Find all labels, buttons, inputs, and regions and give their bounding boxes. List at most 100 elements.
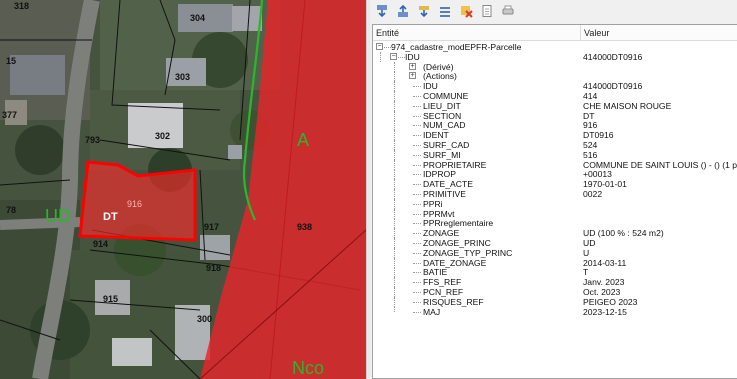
attribute-row[interactable]: IDPROP +00013 [373, 169, 737, 180]
attribute-row[interactable]: COMMUNE 414 [373, 90, 737, 101]
attribute-value: 516 [583, 149, 598, 160]
attribute-row[interactable]: FFS_REF Janv. 2023 [373, 277, 737, 288]
attribute-value: CHE MAISON ROUGE [583, 100, 672, 111]
group-label: (Dérivé) [423, 61, 454, 72]
aerial-imagery [0, 0, 366, 379]
zone-label: Nco [292, 358, 325, 378]
identify-results-panel: Entité Valeur − 974_cadastre_modEPFR-Par… [370, 0, 737, 379]
attribute-value: 414 [583, 90, 598, 101]
attribute-row[interactable]: SURF_CAD 524 [373, 139, 737, 150]
attribute-key: NUM_CAD [423, 120, 466, 131]
group-label: (Actions) [423, 71, 457, 82]
attribute-value: 1970-01-01 [583, 179, 627, 190]
expand-new-icon[interactable] [416, 3, 432, 19]
attribute-row[interactable]: ZONAGE UD (100 % : 524 m2) [373, 228, 737, 239]
attribute-value: Janv. 2023 [583, 277, 625, 288]
attribute-row[interactable]: NUM_CAD 916 [373, 120, 737, 131]
attribute-key: PCN_REF [423, 286, 464, 297]
attribute-value: 2014-03-11 [583, 257, 627, 268]
attribute-key: PPRi [423, 198, 443, 209]
attribute-row[interactable]: SECTION DT [373, 110, 737, 121]
column-header-value[interactable]: Valeur [581, 25, 737, 41]
attribute-row[interactable]: BATIE T [373, 267, 737, 278]
attribute-key: LIEU_DIT [423, 100, 461, 111]
attribute-key: SURF_CAD [423, 139, 470, 150]
tree-item-actions[interactable]: + (Actions) [373, 71, 737, 82]
collapse-toggle-icon[interactable]: − [390, 52, 397, 60]
attribute-key: IDENT [423, 130, 449, 141]
tree-item-layer[interactable]: − 974_cadastre_modEPFR-Parcelle [373, 42, 737, 52]
attribute-value: 524 [583, 139, 598, 150]
attribute-row[interactable]: PRIMITIVE 0022 [373, 188, 737, 199]
attribute-row[interactable]: ZONAGE_PRINC UD [373, 237, 737, 248]
parcel-label: 914 [93, 239, 109, 249]
parcel-label: 302 [155, 131, 171, 141]
attribute-key: IDU [423, 81, 438, 92]
expand-toggle-icon[interactable]: + [409, 72, 416, 80]
feature-value: 414000DT0916 [583, 51, 643, 62]
attribute-key: MAJ [423, 306, 441, 317]
attribute-value: T [583, 267, 589, 278]
attribute-key: BATIE [423, 267, 448, 278]
attribute-value: Oct. 2023 [583, 286, 621, 297]
attribute-key: DATE_ZONAGE [423, 257, 487, 268]
attribute-value: 916 [583, 120, 598, 131]
expand-toggle-icon[interactable]: + [409, 62, 416, 70]
attribute-row[interactable]: IDENT DT0916 [373, 130, 737, 141]
attribute-row[interactable]: LIEU_DIT CHE MAISON ROUGE [373, 100, 737, 111]
tree-view-icon[interactable] [437, 3, 453, 19]
attribute-key: PRIMITIVE [423, 188, 466, 199]
attribute-value: DT [583, 110, 595, 121]
attribute-row[interactable]: PCN_REF Oct. 2023 [373, 286, 737, 297]
attribute-key: PROPRIETAIRE [423, 159, 487, 170]
tree-item-derived[interactable]: + (Dérivé) [373, 61, 737, 72]
attribute-row[interactable]: ZONAGE_TYP_PRINC U [373, 247, 737, 258]
attribute-row[interactable]: PPRMvt [373, 208, 737, 219]
attribute-key: FFS_REF [423, 277, 462, 288]
parcel-label: 318 [14, 1, 30, 11]
collapse-toggle-icon[interactable]: − [376, 43, 383, 50]
attribute-key: RISQUES_REF [423, 296, 484, 307]
attribute-value: UD [583, 237, 596, 248]
attribute-row[interactable]: RISQUES_REF PEIGEO 2023 [373, 296, 737, 307]
attribute-row[interactable]: PPRreglementaire [373, 218, 737, 229]
attribute-value: DT0916 [583, 130, 614, 141]
identify-results-tree[interactable]: Entité Valeur − 974_cadastre_modEPFR-Par… [372, 24, 737, 379]
parcel-label: 793 [85, 135, 101, 145]
parcel-label: 915 [103, 294, 119, 304]
tree-item-feature[interactable]: − IDU 414000DT0916 [373, 51, 737, 62]
parcel-label: 304 [190, 13, 206, 23]
parcel-label: 300 [197, 314, 213, 324]
parcel-label: 303 [175, 72, 191, 82]
parcel-label: 78 [6, 205, 17, 215]
zone-label: UD [45, 206, 71, 226]
map-canvas[interactable]: 304 303 302 793 916 917 914 918 915 300 … [0, 0, 366, 379]
attribute-value: 414000DT0916 [583, 81, 643, 92]
parcel-label: 377 [2, 110, 18, 120]
attribute-row[interactable]: PROPRIETAIRE COMMUNE DE SAINT LOUIS () - … [373, 159, 737, 170]
attribute-key: COMMUNE [423, 90, 469, 101]
expand-all-icon[interactable] [374, 3, 390, 19]
attribute-row[interactable]: IDU 414000DT0916 [373, 81, 737, 92]
layer-name: 974_cadastre_modEPFR-Parcelle [391, 42, 522, 52]
attribute-value: 0022 [583, 188, 603, 199]
attribute-row[interactable]: SURF_MI 516 [373, 149, 737, 160]
attribute-key: SECTION [423, 110, 462, 121]
parcel-label: 938 [297, 222, 313, 232]
column-header-entity[interactable]: Entité [373, 25, 581, 41]
attribute-value: +00013 [583, 169, 612, 180]
attribute-value: UD (100 % : 524 m2) [583, 228, 664, 239]
attribute-key: ZONAGE_PRINC [423, 237, 491, 248]
attribute-key: ZONAGE [423, 228, 460, 239]
attribute-value: COMMUNE DE SAINT LOUIS () - () (1 pr [583, 159, 737, 170]
attribute-rows: IDU 414000DT0916 COMMUNE 414 LIEU_DIT CHE MAI… [373, 81, 737, 317]
attribute-row[interactable]: DATE_ACTE 1970-01-01 [373, 179, 737, 190]
parcel-label: 916 [127, 199, 143, 209]
collapse-all-icon[interactable] [395, 3, 411, 19]
attribute-row[interactable]: PPRi [373, 198, 737, 209]
attribute-row[interactable]: DATE_ZONAGE 2014-03-11 [373, 257, 737, 268]
copy-icon[interactable] [479, 3, 495, 19]
attribute-row[interactable]: MAJ 2023-12-15 [373, 306, 737, 317]
print-icon[interactable] [500, 3, 516, 19]
clear-results-icon[interactable] [458, 3, 474, 19]
